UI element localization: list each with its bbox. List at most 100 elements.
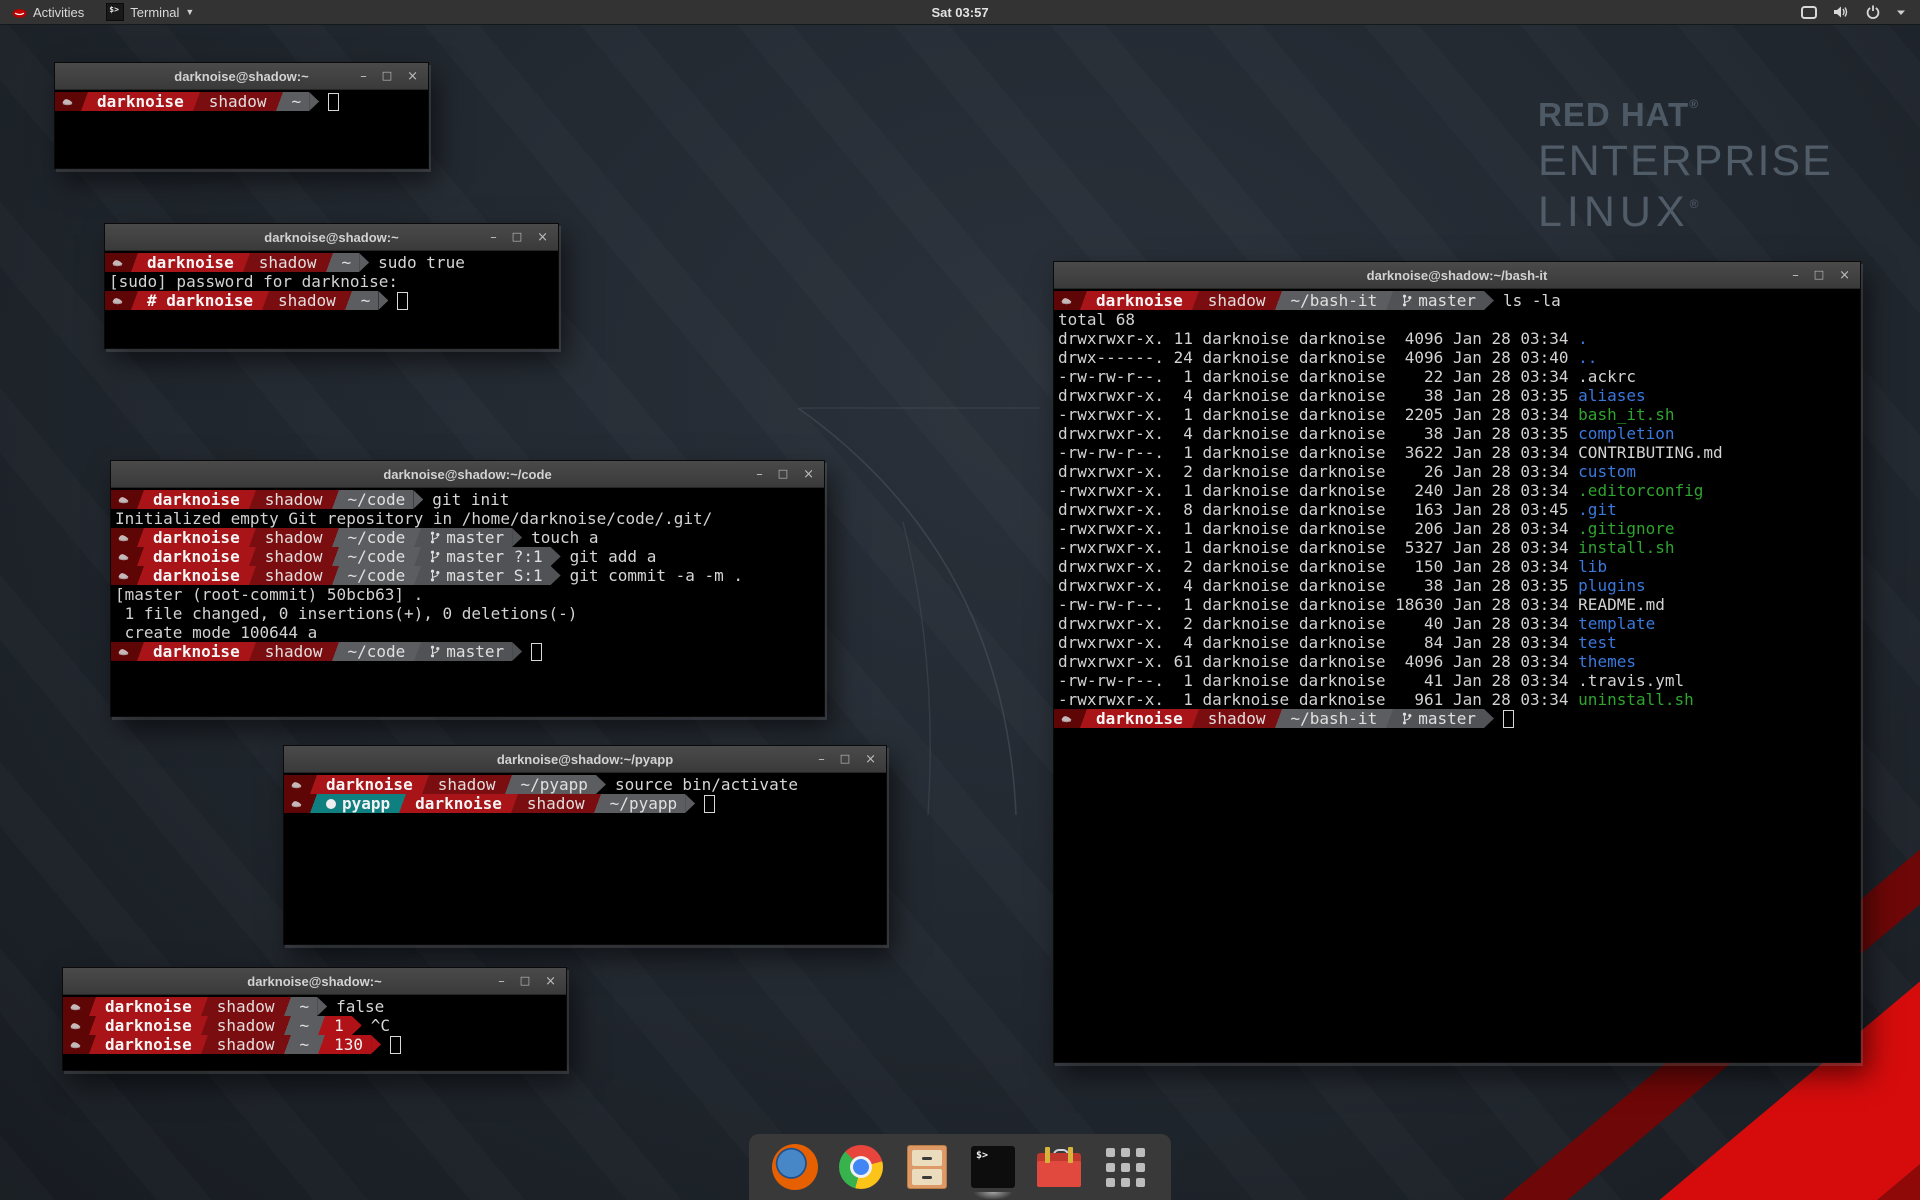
file-name: aliases <box>1578 386 1645 405</box>
segment-separator <box>413 528 422 547</box>
window-titlebar[interactable]: darknoise@shadow:~–□× <box>105 224 558 251</box>
close-button[interactable]: × <box>537 231 548 244</box>
file-name: .git <box>1578 500 1617 519</box>
terminal-window-t-sudo[interactable]: darknoise@shadow:~–□×darknoiseshadow~sud… <box>104 223 559 349</box>
maximize-button[interactable]: □ <box>778 468 788 481</box>
terminal-content[interactable]: darknoiseshadow~/codegit initInitialized… <box>111 488 824 661</box>
file-name: completion <box>1578 424 1674 443</box>
activities-label: Activities <box>33 5 84 20</box>
prompt-segment-path: ~/bash-it <box>1283 709 1386 728</box>
window-title: darknoise@shadow:~/bash-it <box>1054 268 1860 283</box>
prompt-arrow-icon <box>309 92 319 111</box>
app-grid-icon[interactable] <box>1101 1143 1149 1191</box>
terminal-line: drwxrwxr-x. 4 darknoise darknoise 38 Jan… <box>1054 576 1860 595</box>
prompt-arrow-icon <box>551 566 561 585</box>
prompt-segment-hat <box>55 92 80 111</box>
prompt-segment-path: ~/code <box>340 642 414 661</box>
window-titlebar[interactable]: darknoise@shadow:~–□× <box>55 63 428 90</box>
terminal-content[interactable]: darknoiseshadow~ <box>55 90 428 111</box>
terminal-content[interactable]: darknoiseshadow~/pyappsource bin/activat… <box>284 773 886 813</box>
terminal-window-t-code[interactable]: darknoise@shadow:~/code–□×darknoiseshado… <box>110 460 825 717</box>
window-titlebar[interactable]: darknoise@shadow:~/pyapp–□× <box>284 746 886 773</box>
files-icon[interactable] <box>903 1143 951 1191</box>
minimize-button[interactable]: – <box>1792 269 1799 282</box>
window-title: darknoise@shadow:~ <box>63 974 566 989</box>
segment-separator <box>421 775 430 794</box>
logo-enterprise: ENTERPRISE <box>1538 140 1833 183</box>
toolbox-icon[interactable] <box>1035 1143 1083 1191</box>
segment-separator <box>1079 709 1088 728</box>
segment-separator <box>331 566 340 585</box>
prompt-segment-host: shadow <box>430 775 504 794</box>
prompt-segment-path: ~ <box>292 1016 318 1035</box>
close-button[interactable]: × <box>865 753 876 766</box>
prompt-segment-hat <box>63 997 88 1016</box>
output-text: total 68 <box>1054 310 1135 329</box>
terminal-line: -rw-rw-r--. 1 darknoise darknoise 41 Jan… <box>1054 671 1860 690</box>
terminal-content[interactable]: darknoiseshadow~sudo true[sudo] password… <box>105 251 558 310</box>
activities-button[interactable]: Activities <box>0 0 96 24</box>
file-name: install.sh <box>1578 538 1674 557</box>
firefox-icon[interactable] <box>771 1143 819 1191</box>
logo-reg-mark-2: ® <box>1690 197 1704 211</box>
terminal-window-t-home-2[interactable]: darknoise@shadow:~–□×darknoiseshadow~fal… <box>62 967 567 1071</box>
prompt-segment-user: # darknoise <box>139 291 261 310</box>
prompt-segment-venv: pyapp <box>318 794 398 813</box>
prompt-segment-path: ~ <box>353 291 379 310</box>
python-icon <box>326 799 336 809</box>
segment-separator <box>88 997 97 1016</box>
window-titlebar[interactable]: darknoise@shadow:~/code–□× <box>111 461 824 488</box>
maximize-button[interactable]: □ <box>840 753 850 766</box>
prompt-segment-hat <box>105 291 130 310</box>
maximize-button[interactable]: □ <box>382 70 392 83</box>
segment-separator <box>325 253 334 272</box>
maximize-button[interactable]: □ <box>512 231 522 244</box>
output-text: drwxrwxr-x. 4 darknoise darknoise 84 Jan… <box>1054 633 1578 652</box>
clock[interactable]: Sat 03:57 <box>931 5 988 20</box>
prompt-segment-host: shadow <box>209 1035 283 1054</box>
segment-separator <box>136 490 145 509</box>
minimize-button[interactable]: – <box>756 468 763 481</box>
system-status-area[interactable] <box>1801 0 1920 24</box>
terminal-line: -rw-rw-r--. 1 darknoise darknoise 18630 … <box>1054 595 1860 614</box>
close-button[interactable]: × <box>803 468 814 481</box>
close-button[interactable]: × <box>1839 269 1850 282</box>
window-titlebar[interactable]: darknoise@shadow:~/bash-it– □ × <box>1054 262 1860 289</box>
prompt-segment-host: shadow <box>270 291 344 310</box>
segment-separator <box>413 642 422 661</box>
minimize-button[interactable]: – <box>360 70 367 83</box>
terminal-window-t-bashit[interactable]: darknoise@shadow:~/bash-it– □ × darknoisesh… <box>1053 261 1861 1063</box>
terminal-content[interactable]: darknoiseshadow~/bash-itmasterls -latota… <box>1054 289 1860 728</box>
prompt-arrow-icon <box>378 291 388 310</box>
logo-reg-mark: ® <box>1689 97 1699 111</box>
maximize-button[interactable]: □ <box>520 975 530 988</box>
terminal-window-t-pyapp[interactable]: darknoise@shadow:~/pyapp–□×darknoiseshad… <box>283 745 887 945</box>
close-button[interactable]: × <box>407 70 418 83</box>
file-name: . <box>1578 329 1588 348</box>
terminal-window-t-home-1[interactable]: darknoise@shadow:~–□×darknoiseshadow~ <box>54 62 429 169</box>
segment-separator <box>248 528 257 547</box>
minimize-button[interactable]: – <box>498 975 505 988</box>
output-text: drwxrwxr-x. 2 darknoise darknoise 26 Jan… <box>1054 462 1578 481</box>
window-titlebar[interactable]: darknoise@shadow:~– □ × <box>63 968 566 995</box>
app-menu-terminal[interactable]: $> Terminal ▼ <box>96 0 204 24</box>
segment-separator <box>248 490 257 509</box>
command-text: git add a <box>561 547 657 566</box>
segment-separator <box>331 547 340 566</box>
chrome-icon[interactable] <box>837 1143 885 1191</box>
maximize-button[interactable]: □ <box>1814 269 1824 282</box>
minimize-button[interactable]: – <box>818 753 825 766</box>
close-button[interactable]: × <box>545 975 556 988</box>
terminal-line: [master (root-commit) 50bcb63] . <box>111 585 824 604</box>
prompt-segment-user: darknoise <box>1088 709 1191 728</box>
chevron-down-icon <box>1896 9 1906 16</box>
terminal-icon[interactable]: $> <box>969 1143 1017 1191</box>
prompt-segment-user: darknoise <box>1088 291 1191 310</box>
minimize-button[interactable]: – <box>490 231 497 244</box>
prompt-arrow-icon <box>1484 709 1494 728</box>
terminal-app-icon: $> <box>106 3 124 21</box>
prompt-segment-host: shadow <box>257 547 331 566</box>
terminal-content[interactable]: darknoiseshadow~falsedarknoiseshadow~1^C… <box>63 995 566 1054</box>
segment-separator <box>331 528 340 547</box>
prompt-segment-path: ~/bash-it <box>1283 291 1386 310</box>
